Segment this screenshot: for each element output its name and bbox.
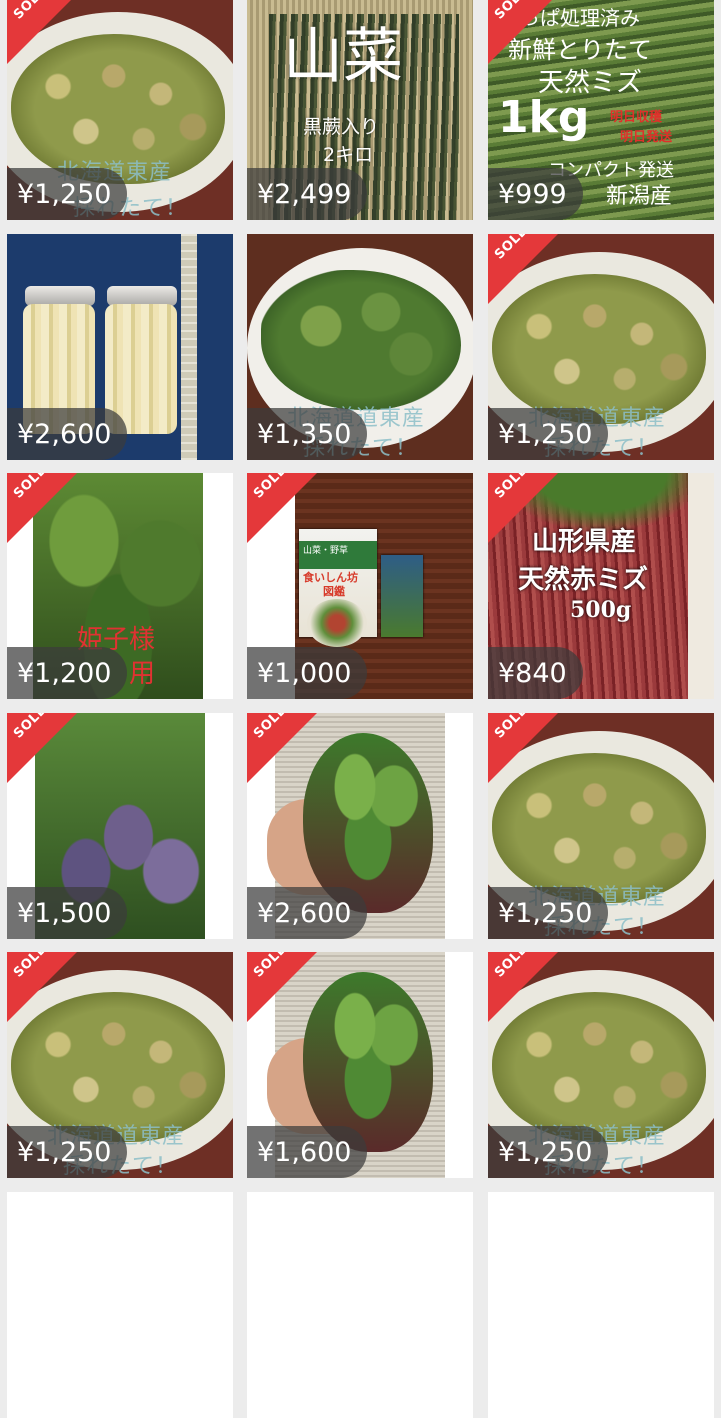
photo-red-text: 明日発送	[620, 130, 673, 145]
product-tile[interactable]	[7, 1192, 233, 1418]
product-tile[interactable]: 姫子様 用 SOLD ¥1,200	[7, 473, 233, 699]
photo-text: 天然赤ミズ	[518, 565, 649, 595]
product-tile[interactable]: 北海道道東産 採れたて！ SOLD ¥1,250	[488, 713, 714, 939]
price-tag: ¥1,250	[488, 408, 609, 460]
product-tile[interactable]: SOLD ¥1,600	[247, 952, 473, 1178]
photo-red-text: 明日収穫	[610, 110, 663, 125]
photo-subtitle: 2キロ	[323, 144, 374, 166]
product-tile[interactable]: SOLD ¥2,600	[247, 713, 473, 939]
product-tile[interactable]: 北海道道東産 採れたて！ ¥1,350	[247, 234, 473, 460]
ruler	[181, 234, 197, 460]
book-cover	[381, 555, 423, 637]
price-tag: ¥2,600	[247, 887, 368, 939]
price-tag: ¥1,500	[7, 887, 128, 939]
photo-red-text: 用	[129, 659, 156, 689]
product-tile[interactable]: 山形県産 天然赤ミズ 500g SOLD ¥840	[488, 473, 714, 699]
price-tag: ¥1,250	[488, 1126, 609, 1178]
product-tile[interactable]	[247, 1192, 473, 1418]
product-tile[interactable]: 北海道道東産 採れたて！ SOLD ¥1,250	[488, 234, 714, 460]
product-tile[interactable]: 北海道道東産 採れたて！ SOLD ¥1,250	[488, 952, 714, 1178]
product-tile[interactable]: っぱ処理済み 新鮮とりたて 天然ミズ 1kg 明日収穫 明日発送 コンパクト発送…	[488, 0, 714, 220]
product-tile[interactable]: SOLD ¥1,500	[7, 713, 233, 939]
product-tile[interactable]: 山菜・野草 食いしん坊 図鑑 SOLD ¥1,000	[247, 473, 473, 699]
price-tag: ¥999	[488, 168, 583, 220]
price-tag: ¥1,000	[247, 647, 368, 699]
book-title: 山菜・野草	[303, 546, 349, 556]
product-tile[interactable]: ¥2,600	[7, 234, 233, 460]
price-tag: ¥1,350	[247, 408, 368, 460]
book-title: 図鑑	[323, 585, 345, 598]
side-box	[688, 473, 714, 699]
price-tag: ¥2,499	[247, 168, 368, 220]
product-tile[interactable]: 北海道道東産 採れたて！ SOLD ¥1,250	[7, 952, 233, 1178]
photo-title: 山菜	[283, 22, 403, 92]
price-tag: ¥1,600	[247, 1126, 368, 1178]
book-cover: 山菜・野草 食いしん坊 図鑑	[299, 529, 377, 647]
product-grid: 北海道東産 採れたて！ SOLD ¥1,250 山菜 黒蕨入り 2キロ ¥2,4…	[0, 0, 721, 1418]
product-tile[interactable]: 北海道東産 採れたて！ SOLD ¥1,250	[7, 0, 233, 220]
price-tag: ¥1,250	[7, 168, 128, 220]
price-tag: ¥1,250	[7, 1126, 128, 1178]
price-tag: ¥1,200	[7, 647, 128, 699]
photo-text: 1kg	[498, 92, 590, 143]
price-tag: ¥840	[488, 647, 583, 699]
product-tile[interactable]: 山菜 黒蕨入り 2キロ ¥2,499	[247, 0, 473, 220]
price-tag: ¥2,600	[7, 408, 128, 460]
photo-text: 新潟産	[606, 184, 673, 209]
photo-text: 500g	[570, 597, 632, 623]
photo-subtitle: 黒蕨入り	[303, 116, 380, 138]
product-tile[interactable]	[488, 1192, 714, 1418]
price-tag: ¥1,250	[488, 887, 609, 939]
